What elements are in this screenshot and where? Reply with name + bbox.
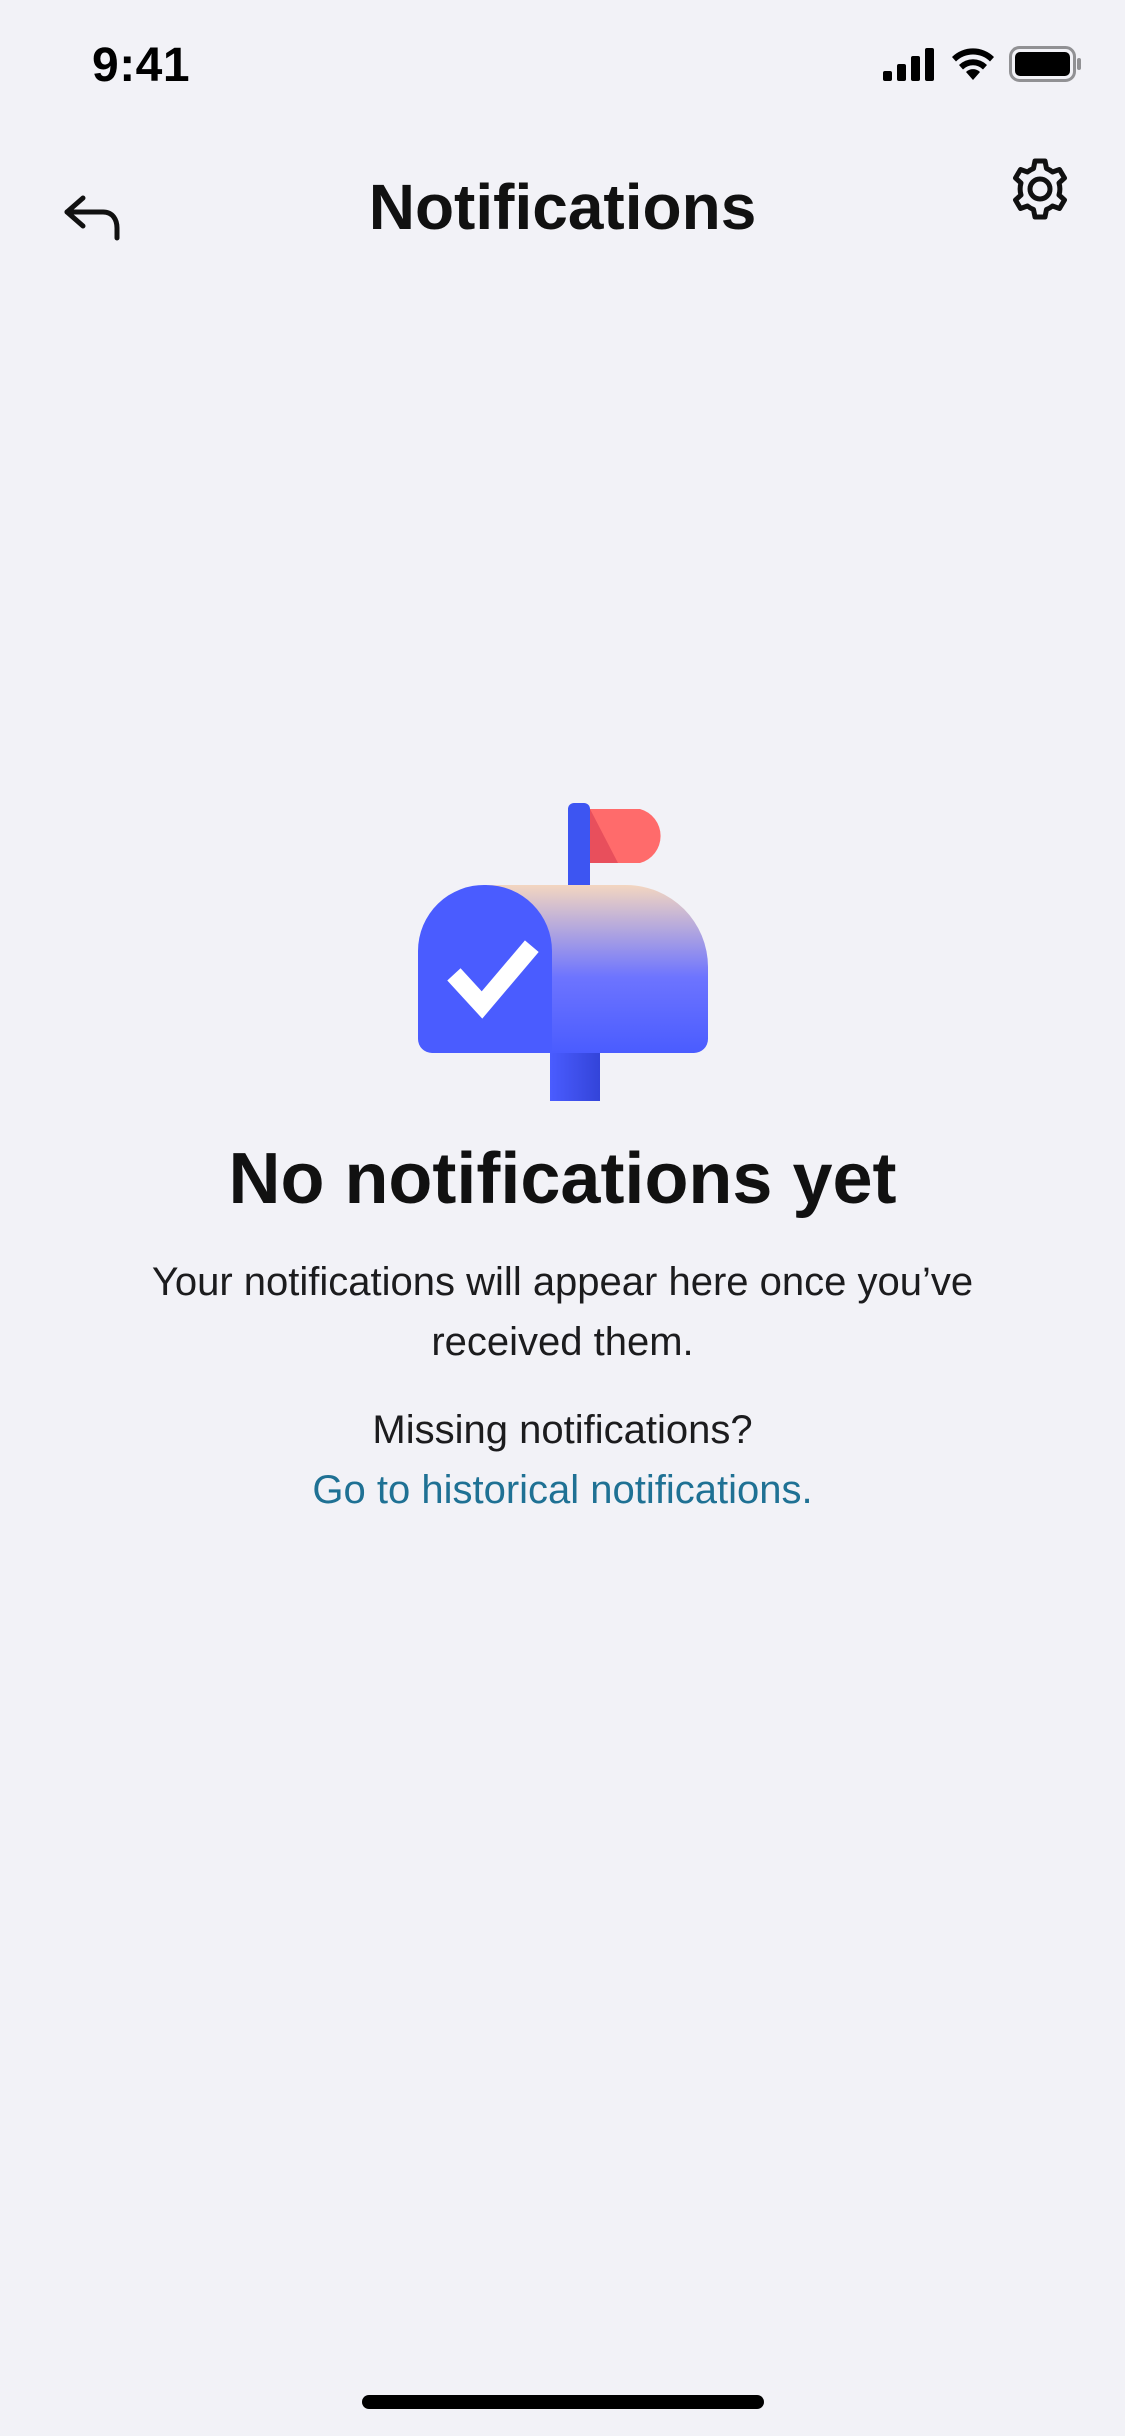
battery-icon (1009, 46, 1083, 87)
status-icons (883, 46, 1083, 87)
gear-icon (1008, 157, 1072, 226)
home-indicator[interactable] (362, 2395, 764, 2409)
empty-state-title: No notifications yet (228, 1139, 897, 1219)
status-bar: 9:41 (0, 0, 1125, 140)
historical-notifications-link[interactable]: Go to historical notifications. (0, 1468, 1125, 1513)
settings-button[interactable] (1001, 152, 1079, 230)
missing-notifications-label: Missing notifications? (372, 1408, 753, 1452)
cellular-signal-icon (883, 47, 937, 86)
empty-state-message: Your notifications will appear here once… (151, 1260, 974, 1364)
status-time: 9:41 (92, 39, 191, 92)
page-title: Notifications (368, 171, 757, 243)
mailbox-illustration (408, 795, 718, 1105)
wifi-icon (949, 46, 997, 87)
